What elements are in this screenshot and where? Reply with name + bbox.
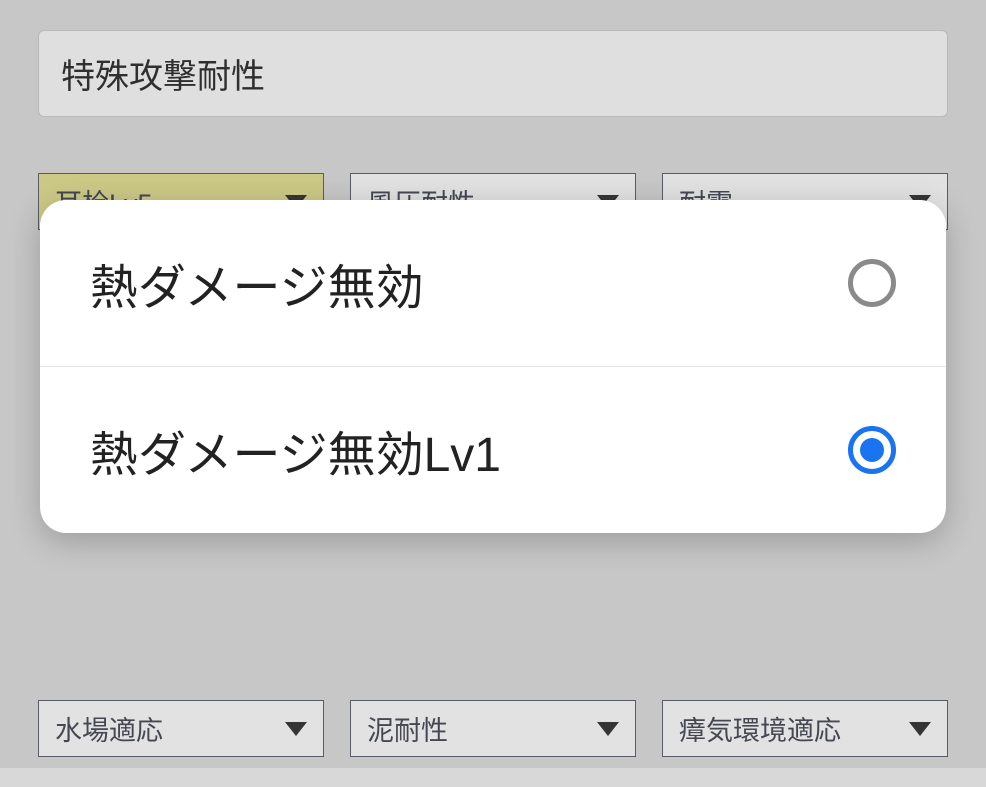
radio-selected-icon [848,426,896,474]
radio-unselected-icon [848,259,896,307]
option-heat-none[interactable]: 熱ダメージ無効 [40,200,946,366]
selection-modal: 熱ダメージ無効 熱ダメージ無効Lv1 [40,200,946,533]
option-heat-lv1[interactable]: 熱ダメージ無効Lv1 [40,366,946,533]
option-label: 熱ダメージ無効 [90,248,424,318]
option-label: 熱ダメージ無効Lv1 [90,415,501,485]
